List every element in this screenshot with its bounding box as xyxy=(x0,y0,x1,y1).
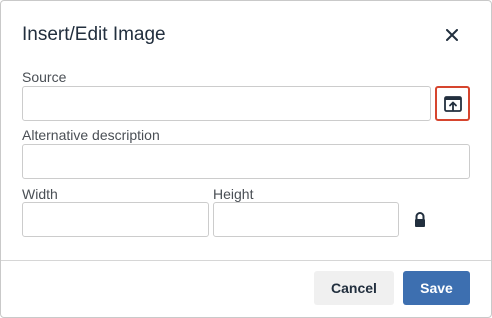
upload-icon xyxy=(443,95,462,112)
footer-divider xyxy=(1,260,491,261)
height-label: Height xyxy=(213,186,254,202)
width-input[interactable] xyxy=(22,202,209,237)
browse-source-button[interactable] xyxy=(435,86,470,121)
save-button[interactable]: Save xyxy=(403,271,470,305)
dialog-title: Insert/Edit Image xyxy=(22,24,166,45)
close-icon xyxy=(446,29,458,41)
source-label: Source xyxy=(22,69,67,85)
dialog-header: Insert/Edit Image xyxy=(1,1,491,69)
width-label: Width xyxy=(22,186,58,202)
height-input[interactable] xyxy=(213,202,399,237)
cancel-button[interactable]: Cancel xyxy=(314,271,394,305)
constrain-proportions-button[interactable] xyxy=(413,211,427,229)
close-button[interactable] xyxy=(439,23,465,47)
image-dialog: Insert/Edit Image Source Alternative des… xyxy=(0,0,492,318)
lock-icon xyxy=(415,212,425,227)
alt-input[interactable] xyxy=(22,144,470,179)
source-input[interactable] xyxy=(22,86,431,121)
alt-label: Alternative description xyxy=(22,127,160,143)
